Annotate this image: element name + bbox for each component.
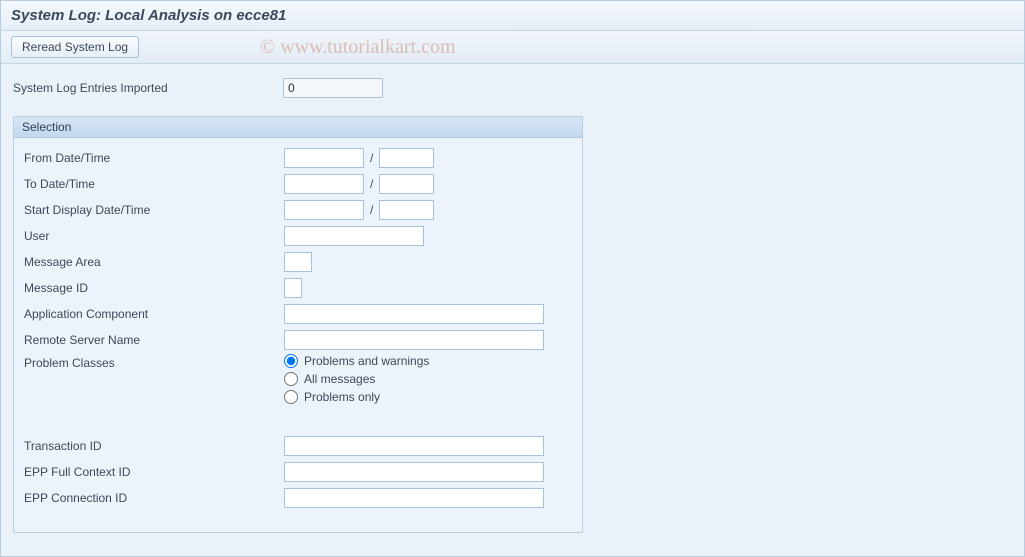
selection-panel-header: Selection <box>14 117 582 138</box>
problem-classes-label: Problem Classes <box>24 354 284 370</box>
remote-server-label: Remote Server Name <box>24 333 284 347</box>
date-time-separator: / <box>370 177 373 191</box>
from-date-time-label: From Date/Time <box>24 151 284 165</box>
entries-imported-value <box>283 78 383 98</box>
content-area: System Log Entries Imported Selection Fr… <box>1 64 1024 547</box>
epp-full-context-id-input[interactable] <box>284 462 544 482</box>
radio-label-pw: Problems and warnings <box>304 354 429 368</box>
message-id-input[interactable] <box>284 278 302 298</box>
radio-all-messages[interactable] <box>284 372 298 386</box>
start-display-date-input[interactable] <box>284 200 364 220</box>
from-time-input[interactable] <box>379 148 434 168</box>
application-component-label: Application Component <box>24 307 284 321</box>
radio-problems-and-warnings[interactable] <box>284 354 298 368</box>
transaction-id-input[interactable] <box>284 436 544 456</box>
problem-classes-option-pw[interactable]: Problems and warnings <box>284 354 429 368</box>
entries-imported-row: System Log Entries Imported <box>13 78 1012 98</box>
remote-server-input[interactable] <box>284 330 544 350</box>
entries-imported-label: System Log Entries Imported <box>13 81 283 95</box>
to-time-input[interactable] <box>379 174 434 194</box>
epp-full-context-id-label: EPP Full Context ID <box>24 465 284 479</box>
selection-panel: Selection From Date/Time / To Date/Time … <box>13 116 583 533</box>
date-time-separator: / <box>370 203 373 217</box>
application-component-input[interactable] <box>284 304 544 324</box>
toolbar: Reread System Log <box>1 31 1024 64</box>
to-date-time-label: To Date/Time <box>24 177 284 191</box>
problem-classes-option-po[interactable]: Problems only <box>284 390 429 404</box>
problem-classes-option-all[interactable]: All messages <box>284 372 429 386</box>
epp-connection-id-input[interactable] <box>284 488 544 508</box>
to-date-input[interactable] <box>284 174 364 194</box>
reread-system-log-button[interactable]: Reread System Log <box>11 36 139 58</box>
radio-label-po: Problems only <box>304 390 380 404</box>
start-display-label: Start Display Date/Time <box>24 203 284 217</box>
from-date-input[interactable] <box>284 148 364 168</box>
user-input[interactable] <box>284 226 424 246</box>
message-id-label: Message ID <box>24 281 284 295</box>
transaction-id-label: Transaction ID <box>24 439 284 453</box>
start-display-time-input[interactable] <box>379 200 434 220</box>
message-area-input[interactable] <box>284 252 312 272</box>
date-time-separator: / <box>370 151 373 165</box>
radio-problems-only[interactable] <box>284 390 298 404</box>
epp-connection-id-label: EPP Connection ID <box>24 491 284 505</box>
window-title: System Log: Local Analysis on ecce81 <box>1 1 1024 31</box>
user-label: User <box>24 229 284 243</box>
radio-label-all: All messages <box>304 372 375 386</box>
message-area-label: Message Area <box>24 255 284 269</box>
